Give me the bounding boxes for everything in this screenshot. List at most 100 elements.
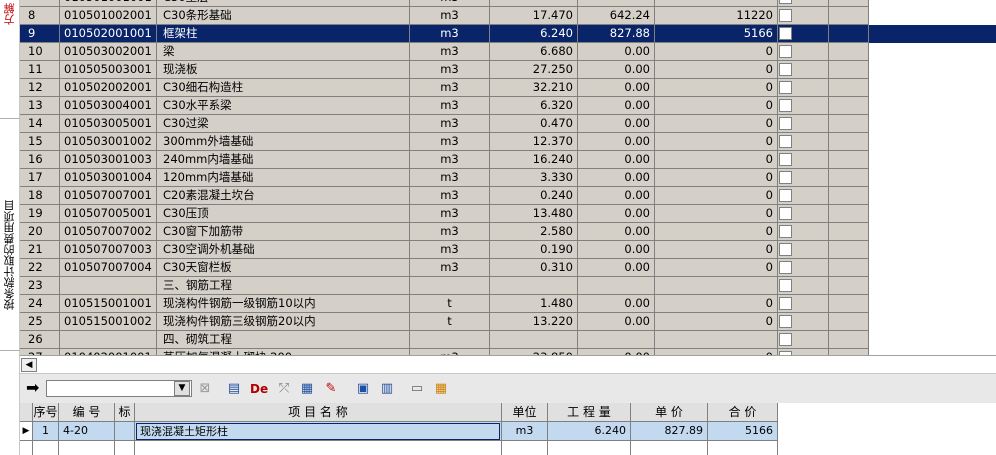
cell-name[interactable]: 现浇板 (157, 61, 410, 79)
cell-no[interactable]: 21 (20, 241, 60, 259)
cell-name[interactable]: C30压顶 (157, 205, 410, 223)
cell-unit[interactable]: t (410, 295, 490, 313)
rail-tab-fee-items[interactable]: 按条款计取的费用项目 (2, 170, 18, 340)
cell-total[interactable]: 0 (655, 295, 778, 313)
cell-total[interactable]: 11220 (655, 7, 778, 25)
row-checkbox[interactable] (779, 189, 792, 202)
quota-combo-input[interactable] (46, 380, 192, 397)
grid-icon[interactable]: ▥ (378, 380, 396, 398)
detail-cell-name[interactable]: 现浇混凝土矩形柱 (135, 422, 502, 441)
cell-no[interactable]: 14 (20, 115, 60, 133)
cell-price[interactable] (578, 277, 655, 295)
cell-unit[interactable] (410, 277, 490, 295)
row-checkbox[interactable] (779, 333, 792, 346)
cell-code[interactable] (60, 277, 157, 295)
row-checkbox[interactable] (779, 135, 792, 148)
spreadsheet-icon[interactable]: ▦ (432, 380, 450, 398)
table-row[interactable]: 9 010502001001 框架柱 m3 6.240 827.88 5166 (20, 25, 996, 43)
calc-icon[interactable]: ▦ (298, 380, 316, 398)
row-checkbox[interactable] (779, 117, 792, 130)
cell-price[interactable]: 0.00 (578, 223, 655, 241)
cell-qty[interactable]: 0.310 (490, 259, 578, 277)
cell-unit[interactable]: m3 (410, 223, 490, 241)
cell-name[interactable]: C30窗下加筋带 (157, 223, 410, 241)
cell-code[interactable]: 010507007003 (60, 241, 157, 259)
cell-name[interactable]: 四、砌筑工程 (157, 331, 410, 349)
cell-total[interactable]: 0 (655, 115, 778, 133)
calculator-icon[interactable]: ▭ (408, 380, 426, 398)
cell-total[interactable]: 0 (655, 169, 778, 187)
cell-qty[interactable]: 0.240 (490, 187, 578, 205)
cell-name[interactable]: C30条形基础 (157, 7, 410, 25)
cell-qty[interactable]: 32.210 (490, 79, 578, 97)
row-checkbox[interactable] (779, 261, 792, 274)
table-row[interactable]: 11 010505003001 现浇板 m3 27.250 0.00 0 (20, 61, 996, 79)
cell-no[interactable]: 19 (20, 205, 60, 223)
cell-qty[interactable]: 0.190 (490, 241, 578, 259)
cell-price[interactable]: 0.00 (578, 259, 655, 277)
cell-qty[interactable]: 6.240 (490, 25, 578, 43)
cell-unit[interactable]: m3 (410, 61, 490, 79)
cell-total[interactable] (655, 0, 778, 7)
navigate-arrow-icon[interactable]: ➡ (26, 380, 39, 396)
cell-name[interactable]: 梁 (157, 43, 410, 61)
cell-unit[interactable]: m3 (410, 25, 490, 43)
detail-cell-price[interactable]: 827.89 (631, 422, 708, 441)
detail-cell-qty[interactable]: 6.240 (548, 422, 631, 441)
cell-price[interactable]: 0.00 (578, 79, 655, 97)
cell-price[interactable]: 0.00 (578, 295, 655, 313)
cell-qty[interactable]: 1.480 (490, 295, 578, 313)
cell-unit[interactable]: m3 (410, 79, 490, 97)
cell-qty[interactable]: 0.470 (490, 115, 578, 133)
cell-code[interactable] (60, 331, 157, 349)
cell-no[interactable]: 13 (20, 97, 60, 115)
cell-price[interactable]: 0.00 (578, 115, 655, 133)
cell-total[interactable]: 0 (655, 313, 778, 331)
table-row[interactable]: 26 四、砌筑工程 (20, 331, 996, 349)
cell-unit[interactable]: t (410, 313, 490, 331)
cell-no[interactable]: 26 (20, 331, 60, 349)
cell-no[interactable]: 22 (20, 259, 60, 277)
cell-name[interactable]: C30细石构造柱 (157, 79, 410, 97)
cell-no[interactable]: 18 (20, 187, 60, 205)
cell-total[interactable]: 5166 (655, 25, 778, 43)
cell-total[interactable]: 0 (655, 151, 778, 169)
cell-qty[interactable] (490, 331, 578, 349)
cell-qty[interactable]: 13.480 (490, 205, 578, 223)
cell-no[interactable]: 15 (20, 133, 60, 151)
cell-no[interactable]: 24 (20, 295, 60, 313)
cell-unit[interactable] (410, 331, 490, 349)
cell-price[interactable]: 0.00 (578, 151, 655, 169)
detail-cell-unit[interactable]: m3 (502, 422, 548, 441)
cell-qty[interactable] (490, 277, 578, 295)
row-checkbox[interactable] (779, 297, 792, 310)
cell-name[interactable]: 120mm内墙基础 (157, 169, 410, 187)
cell-total[interactable]: 0 (655, 241, 778, 259)
cell-code[interactable]: 010503002001 (60, 43, 157, 61)
row-checkbox[interactable] (779, 27, 792, 40)
horizontal-scrollbar[interactable]: ◀ (20, 355, 996, 373)
cell-code[interactable]: 010507007001 (60, 187, 157, 205)
detail-cell-flag[interactable] (115, 422, 135, 441)
cell-price[interactable]: 0.00 (578, 241, 655, 259)
row-checkbox[interactable] (779, 225, 792, 238)
cell-code[interactable]: 010501002001 (60, 7, 157, 25)
cell-unit[interactable]: m3 (410, 205, 490, 223)
row-checkbox[interactable] (779, 153, 792, 166)
table-icon[interactable]: ▣ (354, 380, 372, 398)
cell-qty[interactable]: 27.250 (490, 61, 578, 79)
row-checkbox[interactable] (779, 207, 792, 220)
table-row[interactable]: 14 010503005001 C30过梁 m3 0.470 0.00 0 (20, 115, 996, 133)
table-row[interactable]: 23 三、钢筋工程 (20, 277, 996, 295)
cell-qty[interactable]: 6.680 (490, 43, 578, 61)
cell-no[interactable]: 10 (20, 43, 60, 61)
table-row[interactable]: 010501001001C30垫层m3 (20, 0, 996, 7)
cell-unit[interactable]: m3 (410, 0, 490, 7)
cell-qty[interactable] (490, 0, 578, 7)
cell-name[interactable]: C30天窗栏板 (157, 259, 410, 277)
cell-no[interactable]: 20 (20, 223, 60, 241)
cell-no[interactable] (20, 0, 60, 7)
cell-name[interactable]: 240mm内墙基础 (157, 151, 410, 169)
table-row[interactable]: 15 010503001002 300mm外墙基础 m3 12.370 0.00 0 (20, 133, 996, 151)
cell-no[interactable]: 23 (20, 277, 60, 295)
